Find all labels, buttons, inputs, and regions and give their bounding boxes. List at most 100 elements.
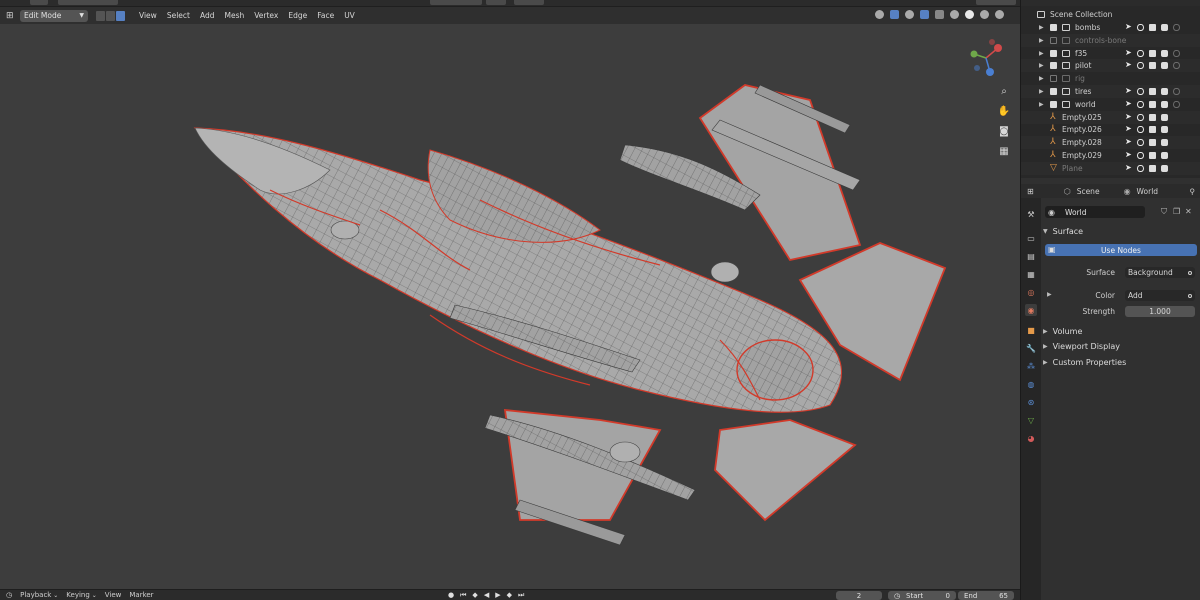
eye-icon[interactable] (1137, 24, 1144, 31)
monitor-icon[interactable] (1149, 113, 1156, 121)
exclude-checkbox[interactable] (1050, 100, 1057, 108)
object-tab-icon[interactable]: ■ (1025, 324, 1037, 336)
options-button[interactable] (976, 0, 1016, 5)
outliner-row[interactable]: ▶ world ➤ (1021, 98, 1200, 111)
expand-icon[interactable]: ▶ (1039, 101, 1044, 108)
particles-tab-icon[interactable]: ⁂ (1025, 360, 1037, 372)
eye-icon[interactable] (1137, 88, 1144, 95)
world-tab-icon[interactable]: ◉ (1025, 304, 1037, 316)
pivot-select[interactable] (486, 0, 506, 5)
eye-icon[interactable] (1137, 62, 1144, 70)
duplicate-icon[interactable]: ❐ (1173, 207, 1180, 216)
eye-icon[interactable] (1137, 152, 1144, 159)
expand-icon[interactable]: ▶ (1039, 37, 1044, 44)
editor-type-icon[interactable] (30, 0, 48, 5)
outliner-row[interactable]: ▶ bombs ➤ (1021, 21, 1200, 34)
camera-icon[interactable]: ◙ (997, 124, 1011, 138)
overlay-icon[interactable] (905, 10, 914, 19)
end-frame-field[interactable]: End 65 (958, 591, 1014, 600)
holdout-icon[interactable] (1173, 49, 1180, 57)
play-reverse-icon[interactable]: ◀ (484, 591, 489, 600)
outliner[interactable]: Scene Collection ▶ bombs ➤ ▶ controls-bone ▶ f… (1021, 6, 1200, 178)
play-icon[interactable]: ▶ (495, 591, 500, 600)
expand-icon[interactable]: ▶ (1039, 62, 1044, 69)
monitor-icon[interactable] (1149, 88, 1156, 95)
menu-mesh[interactable]: Mesh (224, 11, 244, 20)
camera-icon[interactable] (1161, 113, 1168, 121)
camera-icon[interactable] (1161, 49, 1168, 57)
outliner-row[interactable]: ⅄ Empty.028 ➤ (1021, 136, 1200, 150)
snap-toggle[interactable] (514, 0, 544, 5)
material-shading-icon[interactable] (980, 10, 989, 19)
selectable-icon[interactable]: ➤ (1125, 48, 1132, 57)
editor-type-icon[interactable]: ◷ (6, 591, 12, 599)
menu-edge[interactable]: Edge (288, 11, 307, 20)
menu-add[interactable]: Add (200, 11, 215, 20)
mode-select[interactable]: Edit Mode ▼ (20, 9, 88, 22)
monitor-icon[interactable] (1149, 164, 1156, 172)
monitor-icon[interactable] (1149, 62, 1156, 70)
monitor-icon[interactable] (1149, 126, 1156, 134)
solid-shading-icon[interactable] (965, 10, 974, 19)
marker-menu[interactable]: Marker (129, 591, 153, 599)
view-layer-tab-icon[interactable]: ▦ (1025, 268, 1037, 280)
axis-gizmo-icon[interactable] (962, 34, 1010, 82)
prev-keyframe-icon[interactable]: ◆ (472, 591, 477, 600)
viewport-display-panel-title[interactable]: ▶ Viewport Display (1043, 339, 1199, 353)
eye-icon[interactable] (1137, 139, 1144, 147)
menu-view[interactable]: View (139, 11, 157, 20)
output-tab-icon[interactable]: ▤ (1025, 250, 1037, 262)
monitor-icon[interactable] (1149, 49, 1156, 57)
outliner-row[interactable]: ▶ controls-bone (1021, 33, 1200, 47)
world-name-field[interactable]: World (1045, 206, 1145, 218)
holdout-icon[interactable] (1173, 24, 1180, 31)
menu-uv[interactable]: UV (344, 11, 355, 20)
editor-type-icon[interactable]: ⊞ (6, 11, 16, 21)
expand-icon[interactable]: ▶ (1039, 50, 1044, 57)
menu-face[interactable]: Face (317, 11, 334, 20)
menu-vertex[interactable]: Vertex (254, 11, 278, 20)
exclude-checkbox[interactable] (1050, 24, 1057, 31)
eye-icon[interactable] (1137, 164, 1144, 172)
scene-tab-icon[interactable]: ◎ (1025, 286, 1037, 298)
outliner-row[interactable]: ▶ f35 ➤ (1021, 47, 1200, 60)
outliner-row[interactable]: ⅄ Empty.029 ➤ (1021, 149, 1200, 162)
camera-icon[interactable] (1161, 24, 1168, 31)
expand-icon[interactable]: ▶ (1039, 88, 1044, 95)
selectable-icon[interactable]: ➤ (1125, 112, 1132, 121)
exclude-checkbox[interactable] (1050, 36, 1057, 44)
grid-icon[interactable]: ▦ (997, 144, 1011, 158)
render-tab-icon[interactable]: ▭ (1025, 232, 1037, 244)
breadcrumb-world[interactable]: World (1137, 187, 1159, 196)
camera-icon[interactable] (1161, 100, 1168, 108)
gizmo-toggle-icon[interactable] (890, 10, 899, 19)
face-select-button[interactable] (116, 10, 125, 21)
constraints-tab-icon[interactable]: ⊛ (1025, 396, 1037, 408)
holdout-icon[interactable] (1173, 88, 1180, 95)
surface-panel-title[interactable]: ▼ Surface (1043, 224, 1199, 238)
selectable-icon[interactable]: ➤ (1125, 86, 1132, 95)
chevron-right-icon[interactable]: ▶ (1047, 291, 1052, 298)
outliner-row[interactable]: ⅄ Empty.025 ➤ (1021, 110, 1200, 124)
eye-icon[interactable] (1137, 113, 1144, 121)
strength-field[interactable]: 1.000 (1125, 306, 1195, 317)
playback-menu[interactable]: Playback (20, 591, 58, 599)
camera-icon[interactable] (1161, 164, 1168, 172)
expand-icon[interactable]: ▶ (1039, 75, 1044, 82)
start-frame-field[interactable]: Start 0 (900, 591, 956, 600)
eye-icon[interactable] (1137, 126, 1144, 134)
selectable-icon[interactable]: ➤ (1125, 150, 1132, 159)
selectable-icon[interactable]: ➤ (1125, 60, 1132, 69)
jump-end-icon[interactable]: ⏭ (518, 591, 524, 600)
editor-type-icon[interactable]: ⊞ (1027, 187, 1034, 196)
xray-icon[interactable] (935, 10, 944, 19)
close-icon[interactable]: ✕ (1185, 207, 1192, 216)
3d-viewport[interactable]: ⌕ ✋ ◙ ▦ (0, 24, 1020, 589)
modifier-tab-icon[interactable]: 🔧 (1025, 342, 1037, 354)
holdout-icon[interactable] (1173, 62, 1180, 70)
use-nodes-button[interactable]: Use Nodes (1045, 244, 1197, 256)
exclude-checkbox[interactable] (1050, 49, 1057, 57)
outliner-row[interactable]: ▶ rig (1021, 72, 1200, 85)
camera-icon[interactable] (1161, 126, 1168, 134)
fake-user-icon[interactable]: ⛉ (1161, 207, 1167, 217)
